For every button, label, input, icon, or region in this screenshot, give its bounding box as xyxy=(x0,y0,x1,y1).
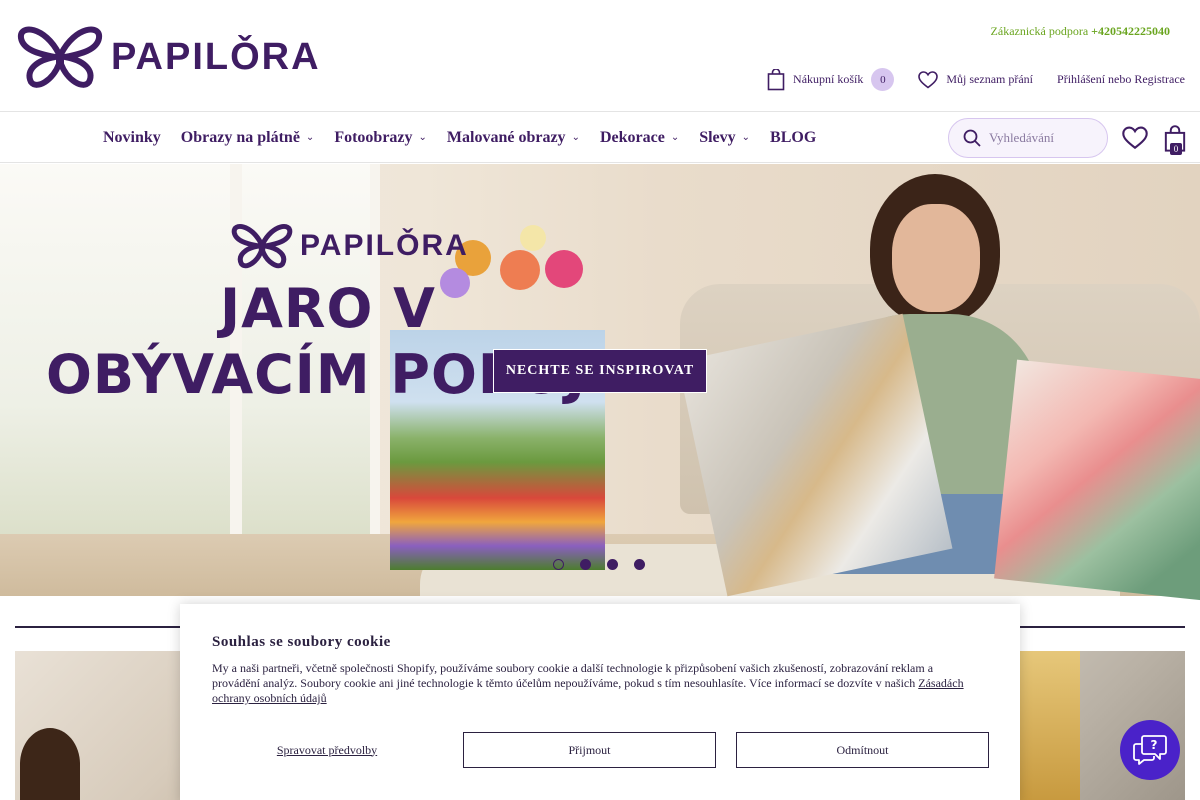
carousel-dots xyxy=(553,559,661,570)
nav-item-label: Dekorace xyxy=(599,129,665,146)
chevron-down-icon: ⌄ xyxy=(741,131,751,143)
manage-preferences-link[interactable]: Spravovat předvolby xyxy=(212,732,442,768)
chat-button[interactable]: ? xyxy=(1120,720,1180,780)
cookie-text: My a naši partneři, včetně společnosti S… xyxy=(212,661,982,706)
site-logo[interactable]: PAPILǑRA xyxy=(15,24,321,90)
chevron-down-icon: ⌄ xyxy=(418,131,427,143)
chat-help-icon: ? xyxy=(1133,735,1167,765)
nav-item-novinky[interactable]: Novinky xyxy=(103,129,161,147)
hero-title-line-1: JARO V xyxy=(220,277,436,340)
cart-count-badge: 0 xyxy=(871,68,895,91)
butterfly-logo-icon xyxy=(231,223,293,269)
header-top: PAPILǑRA Zákaznická podpora +42054222504… xyxy=(0,0,1200,112)
chevron-down-icon: ⌄ xyxy=(305,131,315,143)
nav-item-label: Malované obrazy xyxy=(446,129,566,146)
nav-item-label: Novinky xyxy=(103,129,161,146)
hero-flower xyxy=(500,250,540,290)
cart-link[interactable]: Nákupní košík 0 xyxy=(767,68,895,91)
butterfly-logo-icon xyxy=(18,26,102,88)
bag-count-badge: 0 xyxy=(1170,143,1182,155)
support-label: Zákaznická podpora xyxy=(990,24,1089,38)
nav-item-slevy[interactable]: Slevy ⌄ xyxy=(699,129,750,147)
nav-item-obrazy-na-platne[interactable]: Obrazy na plátně ⌄ xyxy=(181,129,315,147)
shopping-bag-icon xyxy=(767,68,785,90)
search-icon[interactable] xyxy=(963,129,981,147)
category-tile-right-image xyxy=(1020,651,1080,800)
cookie-actions: Spravovat předvolby Přijmout Odmítnout xyxy=(212,732,989,768)
nav-menu: Novinky Obrazy na plátně ⌄ Fotoobrazy ⌄ … xyxy=(103,113,836,163)
hero-painting-angel xyxy=(677,313,953,597)
decline-cookies-button[interactable]: Odmítnout xyxy=(736,732,989,768)
wishlist-heart-button[interactable] xyxy=(1122,126,1148,155)
nav-item-label: Obrazy na plátně xyxy=(180,129,300,146)
search-box[interactable] xyxy=(948,118,1108,158)
nav-item-label: Fotoobrazy xyxy=(334,129,413,146)
carousel-dot-1[interactable] xyxy=(553,559,564,570)
cart-label: Nákupní košík xyxy=(793,72,864,86)
support-phone[interactable]: +420542225040 xyxy=(1091,24,1170,38)
hero-flower xyxy=(440,268,470,298)
hero-logo: PAPILǑRA xyxy=(230,222,469,270)
nav-item-label: BLOG xyxy=(770,129,817,146)
nav-item-label: Slevy xyxy=(699,129,736,146)
nav-item-malovane-obrazy[interactable]: Malované obrazy ⌄ xyxy=(447,129,580,147)
cookie-title: Souhlas se soubory cookie xyxy=(212,634,391,650)
login-link[interactable]: Přihlášení nebo Registrace xyxy=(1057,72,1185,87)
hero-flower xyxy=(520,225,546,251)
customer-support: Zákaznická podpora +420542225040 xyxy=(991,24,1170,39)
wishlist-link[interactable]: Můj seznam přání xyxy=(918,70,1034,89)
top-links: Nákupní košík 0 Můj seznam přání Přihláš… xyxy=(743,68,1185,91)
hero-painting-flowers xyxy=(994,359,1200,601)
nav-item-blog[interactable]: BLOG xyxy=(770,129,816,147)
wishlist-label: Můj seznam přání xyxy=(946,72,1034,86)
category-tile-left-image xyxy=(20,728,80,800)
cookie-body: My a naši partneři, včetně společnosti S… xyxy=(212,661,934,690)
accept-cookies-button[interactable]: Přijmout xyxy=(463,732,716,768)
cookie-consent-dialog: Souhlas se soubory cookie My a naši part… xyxy=(180,604,1020,800)
chevron-down-icon: ⌄ xyxy=(670,131,680,143)
hero-woman-face xyxy=(892,204,980,312)
nav-item-fotoobrazy[interactable]: Fotoobrazy ⌄ xyxy=(334,129,427,147)
heart-icon xyxy=(1122,126,1148,150)
heart-icon xyxy=(918,70,939,89)
carousel-dot-3[interactable] xyxy=(607,559,618,570)
carousel-dot-4[interactable] xyxy=(634,559,645,570)
logo-text: PAPILǑRA xyxy=(111,35,321,78)
chevron-down-icon: ⌄ xyxy=(571,131,580,143)
login-label: Přihlášení nebo Registrace xyxy=(1057,72,1185,86)
hero-flower xyxy=(545,250,583,288)
hero-logo-text: PAPILǑRA xyxy=(300,229,469,262)
carousel-dot-2[interactable] xyxy=(580,559,591,570)
svg-text:?: ? xyxy=(1151,738,1158,752)
main-navigation: Novinky Obrazy na plátně ⌄ Fotoobrazy ⌄ … xyxy=(0,113,1200,163)
search-input[interactable] xyxy=(989,130,1099,146)
nav-item-dekorace[interactable]: Dekorace ⌄ xyxy=(600,129,679,147)
hero-cta-button[interactable]: NECHTE SE INSPIROVAT xyxy=(493,349,707,393)
